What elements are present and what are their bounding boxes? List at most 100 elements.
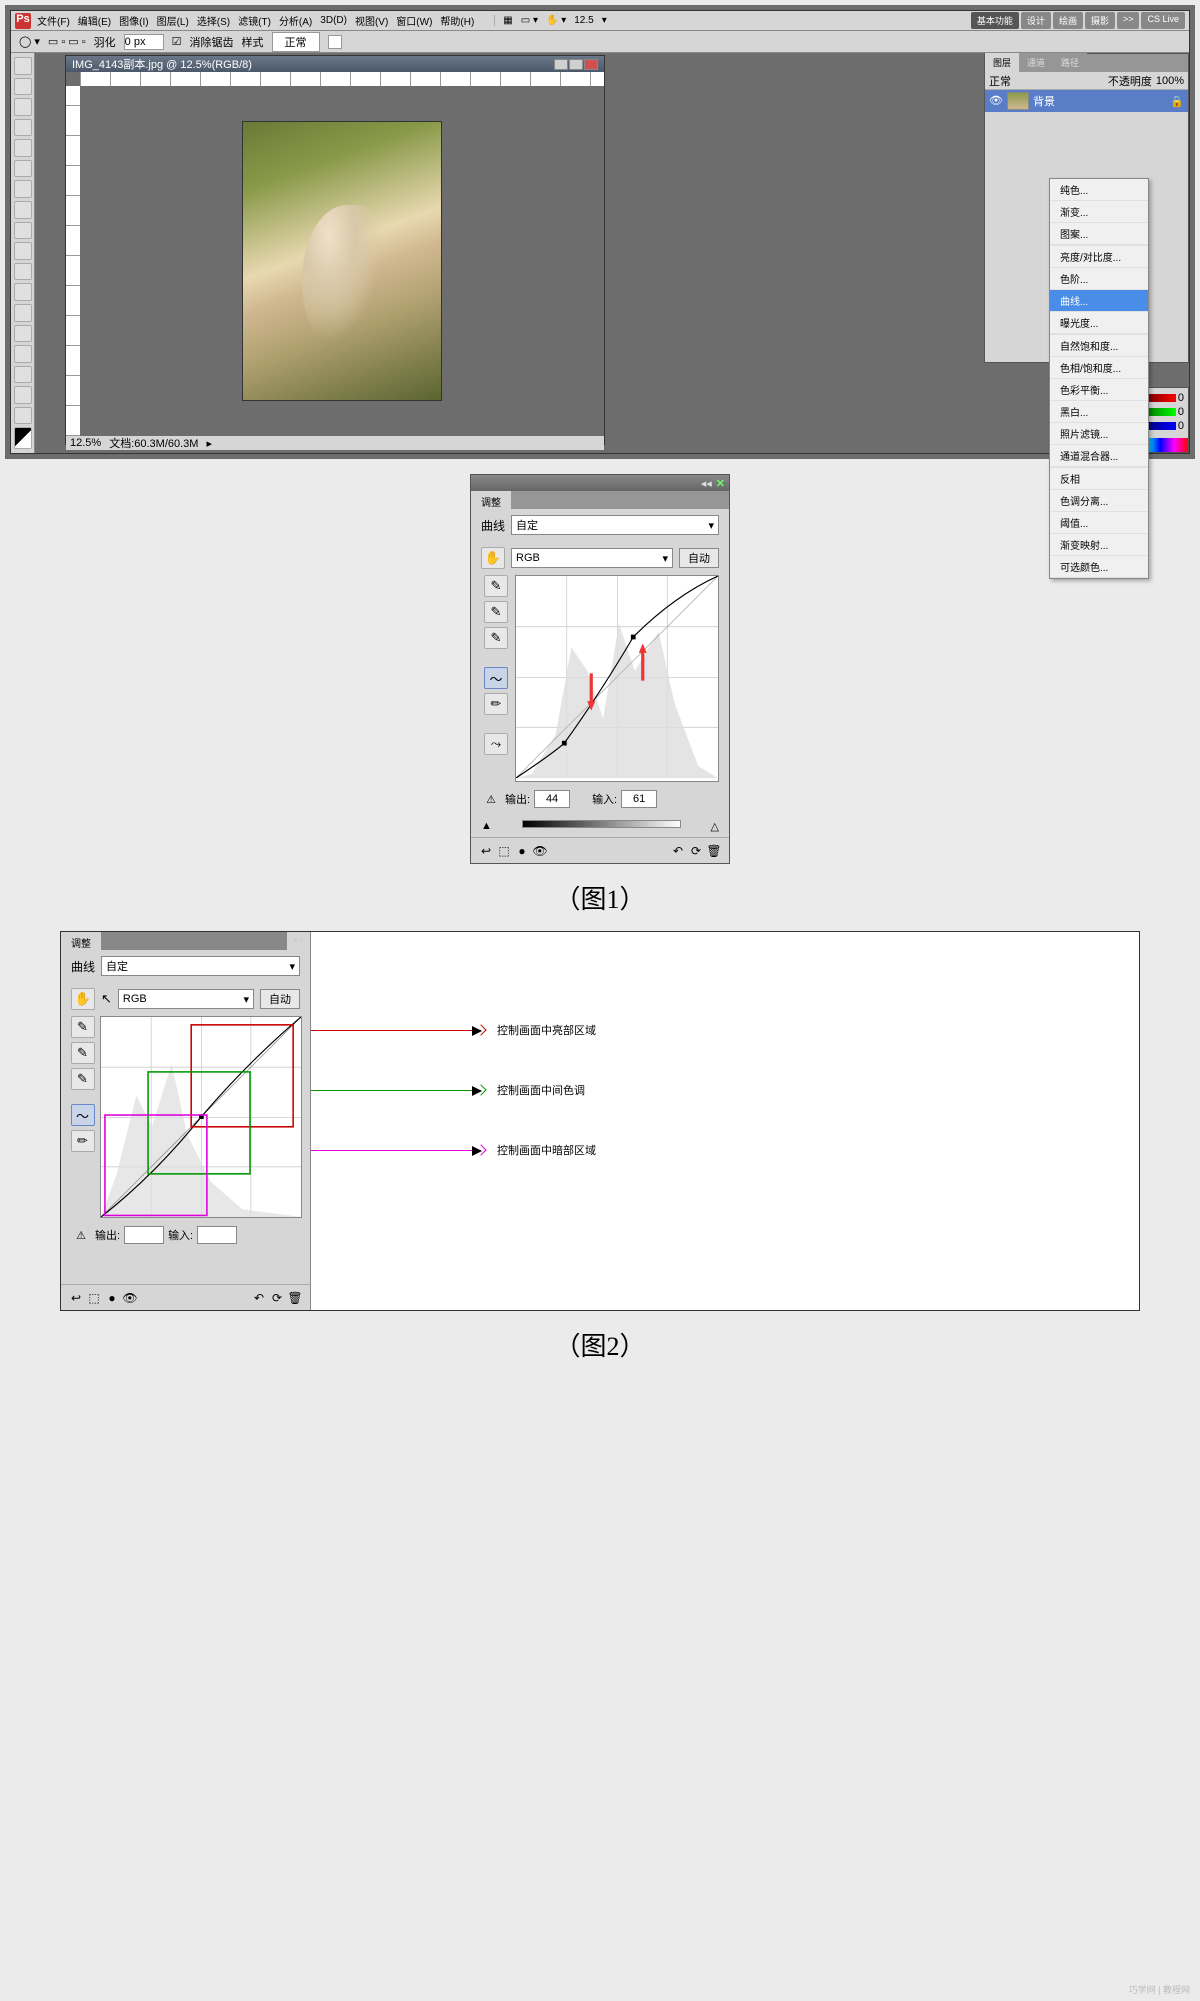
menu-colorbalance[interactable]: 色彩平衡... (1050, 379, 1148, 401)
preset-select[interactable]: 自定▾ (511, 515, 719, 535)
curve-pencil-tool[interactable]: ✏ (484, 693, 508, 715)
output-input[interactable] (534, 790, 570, 808)
fg-swatch[interactable] (328, 35, 342, 49)
cs-live[interactable]: CS Live (1141, 12, 1185, 29)
target-adjust-tool[interactable]: ✋ (481, 547, 505, 569)
auto-button[interactable]: 自动 (679, 548, 719, 568)
blur-tool[interactable] (14, 304, 32, 322)
tab-paths[interactable]: 路径 (1053, 53, 1087, 72)
eyedropper-black[interactable]: ✎ (484, 575, 508, 597)
brush-tool[interactable] (14, 201, 32, 219)
preset-select-2[interactable]: 自定▾ (101, 956, 300, 976)
menu-hue[interactable]: 色相/饱和度... (1050, 357, 1148, 379)
input-input[interactable] (621, 790, 657, 808)
zoom-level[interactable]: 12.5 (574, 15, 593, 26)
marquee-tool[interactable] (14, 78, 32, 96)
menu-view[interactable]: 视图(V) (355, 13, 388, 28)
view-icon[interactable]: 👁 (531, 842, 549, 860)
wand-tool[interactable] (14, 119, 32, 137)
workspace-more[interactable]: >> (1117, 12, 1140, 29)
smooth-button[interactable]: ⤳ (484, 733, 508, 755)
stamp-tool[interactable] (14, 222, 32, 240)
dodge-tool[interactable] (14, 325, 32, 343)
menu-layer[interactable]: 图层(L) (157, 13, 189, 28)
panel-collapse-icon[interactable]: ◂◂ (701, 477, 712, 490)
window-min-button[interactable] (554, 59, 568, 70)
tab-adjustments-2[interactable]: 调整 (61, 932, 101, 950)
expand-icon[interactable]: ⬚ (495, 842, 513, 860)
move-tool[interactable] (14, 57, 32, 75)
auto-button-2[interactable]: 自动 (260, 989, 300, 1009)
menu-select[interactable]: 选择(S) (197, 13, 230, 28)
menu-filter[interactable]: 滤镜(T) (238, 13, 271, 28)
eyedropper-gray-2[interactable]: ✎ (71, 1042, 95, 1064)
menu-posterize[interactable]: 色调分离... (1050, 490, 1148, 512)
canvas[interactable] (80, 86, 604, 436)
curve-pencil-tool-2[interactable]: ✏ (71, 1130, 95, 1152)
shape-tool[interactable] (14, 407, 32, 425)
menu-3d[interactable]: 3D(D) (320, 15, 347, 26)
gradient-tool[interactable] (14, 283, 32, 301)
workspace-paint[interactable]: 绘画 (1053, 12, 1083, 29)
clip-icon[interactable]: ● (513, 842, 531, 860)
eyedropper-tool[interactable] (14, 160, 32, 178)
workspace-design[interactable]: 设计 (1021, 12, 1051, 29)
menu-file[interactable]: 文件(F) (37, 13, 70, 28)
menu-help[interactable]: 帮助(H) (440, 13, 474, 28)
eye-icon[interactable]: 👁 (989, 94, 1003, 108)
eraser-tool[interactable] (14, 263, 32, 281)
pen-tool[interactable] (14, 345, 32, 363)
menu-gradient[interactable]: 渐变... (1050, 201, 1148, 223)
panel-close-icon[interactable]: ✕ (716, 477, 725, 490)
eyedropper-black-2[interactable]: ✎ (71, 1016, 95, 1038)
eyedropper-white[interactable]: ✎ (484, 627, 508, 649)
menu-gradmap[interactable]: 渐变映射... (1050, 534, 1148, 556)
channel-select[interactable]: RGB▾ (511, 548, 673, 568)
tab-channels[interactable]: 通道 (1019, 53, 1053, 72)
window-max-button[interactable] (569, 59, 583, 70)
panel-menu-icon[interactable]: ▾≡ (287, 932, 310, 950)
input-input-2[interactable] (197, 1226, 237, 1244)
menu-pattern[interactable]: 图案... (1050, 223, 1148, 245)
menu-threshold[interactable]: 阈值... (1050, 512, 1148, 534)
style-select[interactable]: 正常 (272, 32, 320, 52)
eyedropper-white-2[interactable]: ✎ (71, 1068, 95, 1090)
eyedropper-gray[interactable]: ✎ (484, 601, 508, 623)
tab-layers[interactable]: 图层 (985, 53, 1019, 72)
tab-adjustments[interactable]: 调整 (471, 491, 511, 509)
output-input-2[interactable] (124, 1226, 164, 1244)
history-brush-tool[interactable] (14, 242, 32, 260)
window-close-button[interactable] (584, 59, 598, 70)
text-tool[interactable] (14, 366, 32, 384)
color-swatches[interactable] (14, 427, 32, 448)
menu-levels[interactable]: 色阶... (1050, 268, 1148, 290)
menu-window[interactable]: 窗口(W) (396, 13, 432, 28)
menu-analysis[interactable]: 分析(A) (279, 13, 312, 28)
prev-icon[interactable]: ↶ (669, 842, 687, 860)
workspace-photo[interactable]: 摄影 (1085, 12, 1115, 29)
path-tool[interactable] (14, 386, 32, 404)
return-icon[interactable]: ↩ (477, 842, 495, 860)
menu-selcolor[interactable]: 可选颜色... (1050, 556, 1148, 578)
curve-point-tool-2[interactable]: 〜 (71, 1104, 95, 1126)
menu-channelmixer[interactable]: 通道混合器... (1050, 445, 1148, 467)
menu-curves[interactable]: 曲线... (1050, 290, 1148, 312)
curves-graph-2[interactable] (100, 1016, 302, 1218)
feather-input[interactable] (124, 34, 164, 50)
menu-photofilter[interactable]: 照片滤镜... (1050, 423, 1148, 445)
channel-select-2[interactable]: RGB▾ (118, 989, 254, 1009)
reset-icon[interactable]: ⟳ (687, 842, 705, 860)
curves-graph[interactable] (515, 575, 719, 782)
lasso-tool[interactable] (14, 98, 32, 116)
menu-exposure[interactable]: 曝光度... (1050, 312, 1148, 334)
curve-point-tool[interactable]: 〜 (484, 667, 508, 689)
trash-icon[interactable]: 🗑 (705, 842, 723, 860)
menu-invert[interactable]: 反相 (1050, 468, 1148, 490)
gradient-strip[interactable] (522, 820, 681, 828)
layer-background[interactable]: 👁 背景 🔒 (985, 90, 1188, 112)
menu-solid[interactable]: 纯色... (1050, 179, 1148, 201)
heal-tool[interactable] (14, 180, 32, 198)
workspace-essentials[interactable]: 基本功能 (971, 12, 1019, 29)
menu-vibrance[interactable]: 自然饱和度... (1050, 335, 1148, 357)
crop-tool[interactable] (14, 139, 32, 157)
